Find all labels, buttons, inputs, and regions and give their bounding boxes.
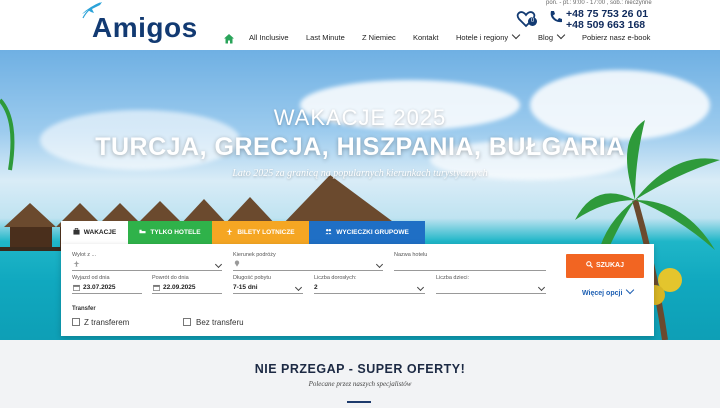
- without-transfer-label: Bez transferu: [196, 318, 244, 327]
- nav-ebook[interactable]: Pobierz nasz e-book: [582, 33, 650, 42]
- length-select[interactable]: [233, 293, 303, 294]
- transfer-label: Transfer: [72, 306, 96, 312]
- length-value: 7-15 dni: [233, 284, 258, 291]
- tab-wakacje[interactable]: WAKACJE: [61, 221, 128, 244]
- phone-number-2[interactable]: +48 509 663 168: [566, 19, 645, 31]
- more-options-label: Więcej opcji: [582, 290, 623, 297]
- nav-hotele-i-regiony[interactable]: Hotele i regiony: [456, 30, 521, 42]
- favorites-badge: 0: [528, 17, 537, 26]
- tab-bilety-lotnicze[interactable]: BILETY LOTNICZE: [212, 221, 309, 244]
- length-label: Długość pobytu: [233, 275, 271, 281]
- destination-select[interactable]: [233, 270, 383, 271]
- adults-value: 2: [314, 284, 318, 291]
- tab-wakacje-label: WAKACJE: [83, 229, 117, 236]
- divider: [347, 401, 371, 403]
- nav-blog[interactable]: Blog: [538, 30, 566, 42]
- bed-icon: [139, 229, 146, 234]
- adults-label: Liczba dorosłych:: [314, 275, 357, 281]
- without-transfer-checkbox[interactable]: [183, 318, 191, 326]
- nav-blog-label: Blog: [538, 33, 554, 42]
- plane-icon: [226, 228, 233, 235]
- with-transfer-label: Z transferem: [84, 318, 130, 327]
- nav-z-niemiec[interactable]: Z Niemiec: [362, 33, 396, 42]
- search-icon: [586, 261, 593, 268]
- from-date-input[interactable]: [72, 293, 142, 294]
- hero-title: TURCJA, GRECJA, HISZPANIA, BUŁGARIA: [95, 133, 625, 161]
- site-header: Amigos 0 pon. - pt.: 9:00 - 17:00 , sob.…: [0, 0, 720, 50]
- home-icon[interactable]: [223, 33, 235, 44]
- nav-hotele-label: Hotele i regiony: [456, 33, 509, 42]
- tab-tylko-hotele-label: TYLKO HOTELE: [150, 229, 201, 236]
- hotel-name-input[interactable]: [394, 270, 546, 271]
- to-date-value: 22.09.2025: [163, 284, 196, 291]
- to-date-input[interactable]: [152, 293, 222, 294]
- search-button-label: SZUKAJ: [595, 262, 624, 269]
- from-date-label: Wyjazd od dnia: [72, 275, 110, 281]
- search-button[interactable]: SZUKAJ: [566, 254, 644, 278]
- departure-select[interactable]: [72, 270, 222, 271]
- offers-title: NIE PRZEGAP - SUPER OFERTY!: [254, 362, 466, 376]
- more-options-link[interactable]: Więcej opcji: [582, 285, 635, 297]
- departure-label: Wylot z ...: [72, 252, 97, 258]
- opening-hours: pon. - pt.: 9:00 - 17:00 , sob.: nieczyn…: [546, 0, 652, 6]
- children-select[interactable]: [436, 293, 546, 294]
- nav-kontakt[interactable]: Kontakt: [413, 33, 438, 42]
- chevron-down-icon: [511, 30, 521, 40]
- group-icon: [325, 228, 332, 235]
- plane-icon: [73, 260, 80, 267]
- chevron-down-icon: [556, 30, 566, 40]
- to-date-label: Powrót do dnia: [152, 275, 189, 281]
- brand-logo[interactable]: Amigos: [92, 12, 198, 44]
- tab-wycieczki-grupowe[interactable]: WYCIECZKI GRUPOWE: [309, 221, 425, 244]
- tab-tylko-hotele[interactable]: TYLKO HOTELE: [128, 221, 212, 244]
- adults-select[interactable]: [314, 293, 425, 294]
- calendar-icon: [73, 284, 80, 291]
- pin-icon: [234, 260, 240, 267]
- offers-subtitle: Polecane przez naszych specjalistów: [308, 380, 412, 388]
- calendar-icon: [153, 284, 160, 291]
- phone-icon: [550, 11, 562, 23]
- from-date-value: 23.07.2025: [83, 284, 116, 291]
- nav-last-minute[interactable]: Last Minute: [306, 33, 345, 42]
- children-label: Liczba dzieci:: [436, 275, 470, 281]
- hotel-name-label: Nazwa hotelu: [394, 252, 428, 258]
- with-transfer-checkbox[interactable]: [72, 318, 80, 326]
- hero-subtitle: WAKACJE 2025: [273, 105, 447, 130]
- suitcase-icon: [73, 228, 80, 235]
- nav-all-inclusive[interactable]: All Inclusive: [249, 33, 289, 42]
- hero-tagline: Lato 2025 za granicą na popularnych kier…: [232, 168, 488, 179]
- tab-bilety-lotnicze-label: BILETY LOTNICZE: [237, 229, 295, 236]
- tab-wycieczki-grupowe-label: WYCIECZKI GRUPOWE: [336, 229, 409, 236]
- destination-label: Kierunek podróży: [233, 252, 276, 258]
